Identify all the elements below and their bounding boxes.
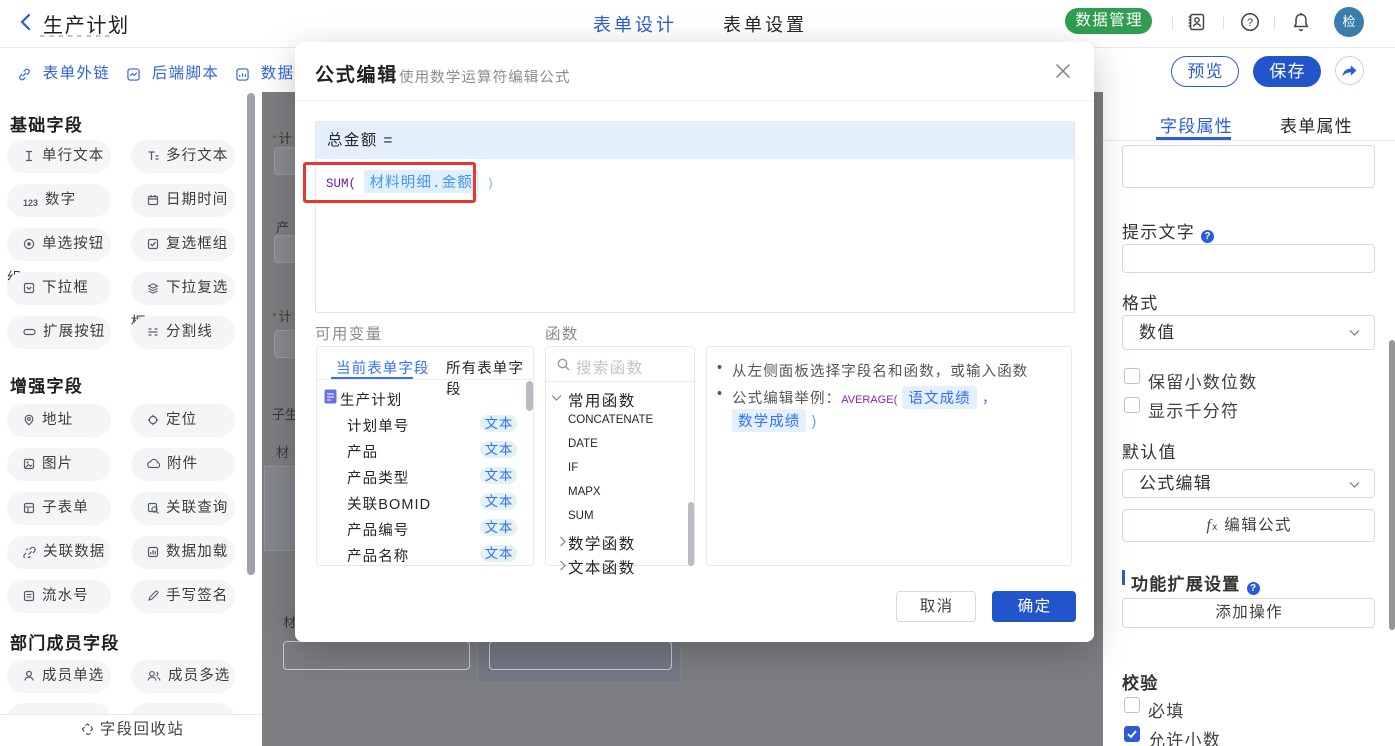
- svg-text:?: ?: [1247, 17, 1253, 29]
